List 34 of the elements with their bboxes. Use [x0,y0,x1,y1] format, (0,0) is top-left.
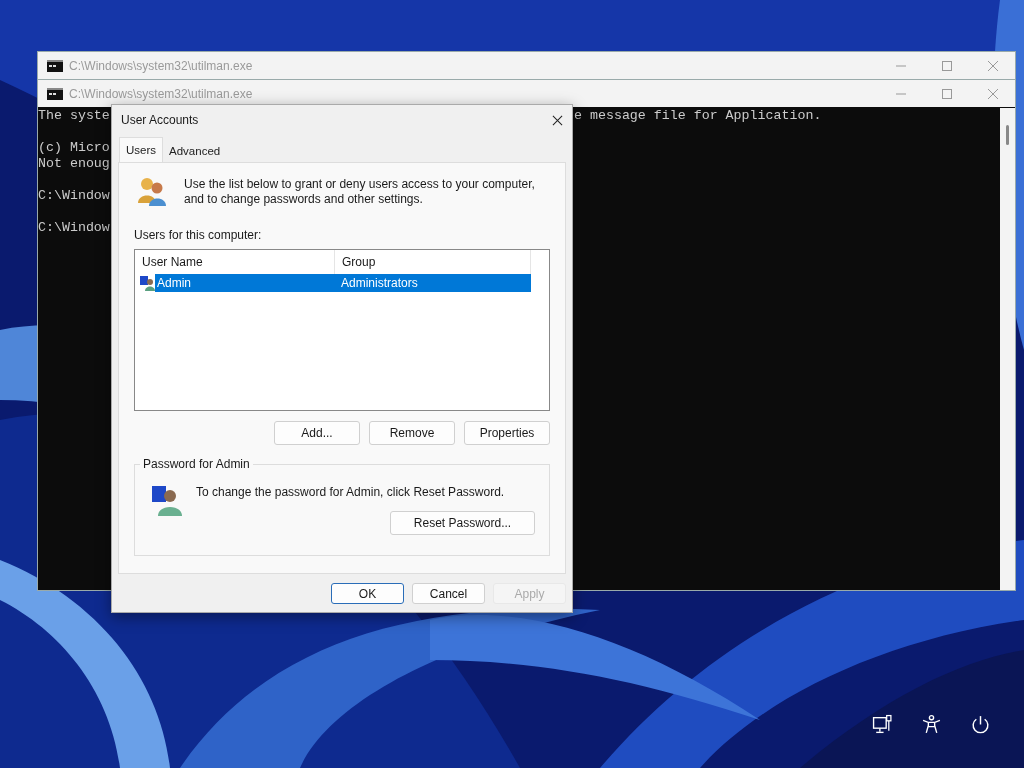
console-line: The syste [38,108,111,124]
group-title: Password for Admin [140,457,253,471]
console-line: Not enoug [38,156,111,172]
network-icon[interactable] [872,714,893,735]
console-icon [47,59,63,72]
console-icon [47,87,63,100]
power-icon[interactable] [970,714,991,735]
description-text: Use the list below to grant or deny users access to your computer, and to change passwords and other settings. [184,177,536,207]
console-line: C:\Window [38,220,111,236]
console-line: (c) Micro [38,140,111,156]
dialog-button[interactable]: Cancel [412,583,485,604]
users-icon [136,175,168,207]
window-title: C:\Windows\system32\utilman.exe [69,86,253,101]
password-hint: To change the password for Admin, click Reset Password. [196,485,505,501]
user-icon [150,484,182,516]
list-button[interactable]: Remove [369,421,455,445]
maximize-icon[interactable] [941,59,953,72]
scrollbar-thumb[interactable] [1006,125,1009,145]
close-icon[interactable] [552,114,563,126]
list-row[interactable]: Admin Administrators [155,274,531,292]
tab[interactable]: Advanced [163,140,227,162]
window-title: C:\Windows\system32\utilman.exe [69,58,253,73]
reset-password-button[interactable]: Reset Password... [390,511,535,535]
list-label: Users for this computer: [134,228,263,242]
console-line: C:\Window [38,188,111,204]
list-button[interactable]: Properties [464,421,550,445]
dialog-title: User Accounts [121,113,199,127]
accessibility-icon[interactable] [921,714,942,735]
tab[interactable]: Users [119,137,164,162]
maximize-icon[interactable] [941,87,953,100]
list-button[interactable]: Add... [274,421,360,445]
user-icon [139,275,155,291]
console-line: e message file for Application. [574,108,822,125]
dialog-button[interactable]: OK [331,583,404,604]
